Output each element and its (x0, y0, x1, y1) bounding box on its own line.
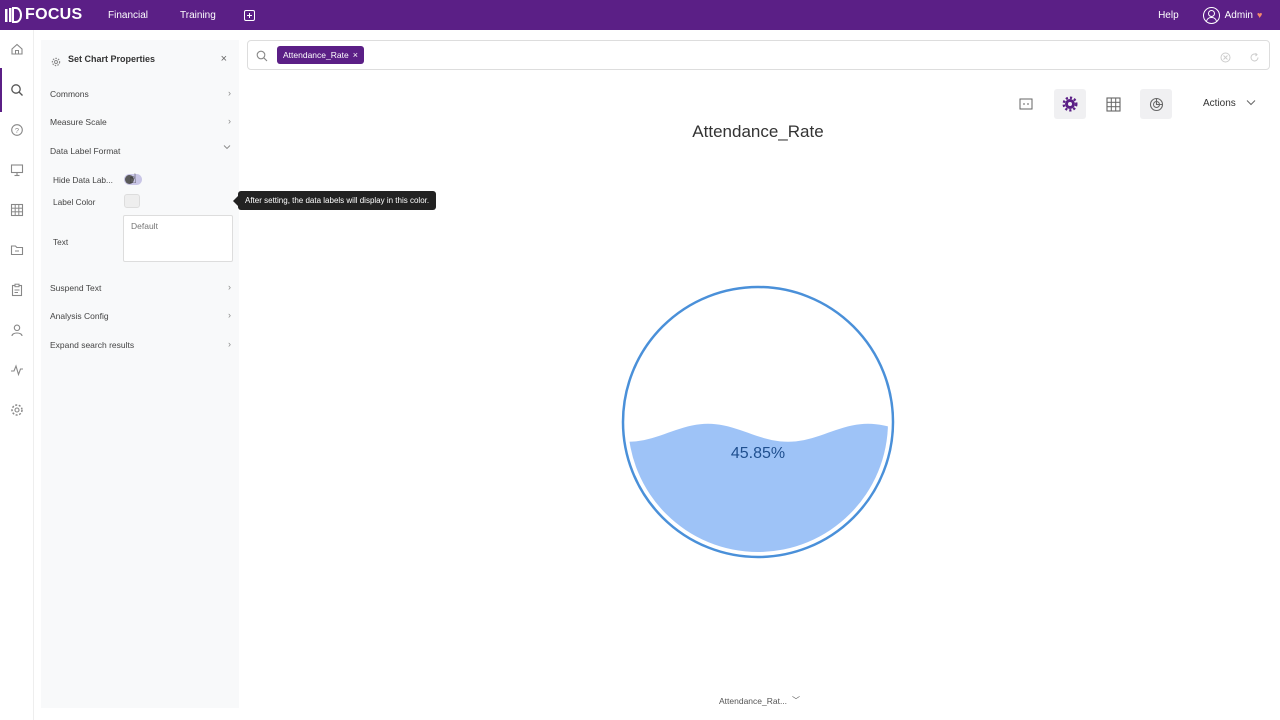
axis-field-selector[interactable]: Attendance_Rat... ﹀ (719, 695, 800, 706)
liquid-fill-chart: 45.85% (621, 285, 895, 559)
axis-field-label: Attendance_Rat... (719, 695, 788, 706)
chevron-down-icon: ﹀ (792, 696, 801, 705)
value-label: 45.85% (731, 445, 785, 462)
